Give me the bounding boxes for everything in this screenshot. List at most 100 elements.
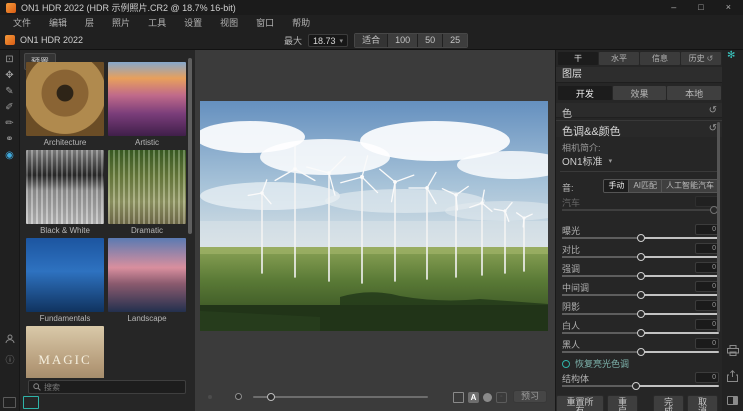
slider-row-白人: 白人0: [556, 319, 723, 338]
preset-card-fundamentals[interactable]: Fundamentals: [26, 238, 104, 326]
slider-track[interactable]: [562, 209, 719, 211]
color-pane-row[interactable]: 色 ↺: [556, 103, 723, 118]
panel-tab-信息[interactable]: 信息: [640, 52, 680, 65]
print-icon[interactable]: [727, 345, 739, 356]
preset-card-dramatic[interactable]: Dramatic: [108, 150, 186, 238]
menu-item-照片[interactable]: 照片: [103, 15, 139, 31]
footer-button-完成[interactable]: 完成: [653, 395, 684, 411]
zoom-preset-100[interactable]: 100: [388, 34, 417, 47]
zoom-preset-25[interactable]: 25: [443, 34, 467, 47]
develop-tab-效果[interactable]: 效果: [613, 86, 667, 100]
account-icon[interactable]: [5, 334, 15, 344]
develop-tabs: 开发效果本地: [558, 86, 721, 100]
zoom-preset-50[interactable]: 50: [418, 34, 442, 47]
preset-card-artistic[interactable]: Artistic: [108, 62, 186, 150]
menu-item-编辑[interactable]: 编辑: [40, 15, 76, 31]
slider-track[interactable]: [562, 351, 719, 353]
slider-value: 0: [695, 243, 719, 254]
tone-button-AI匹配[interactable]: AI匹配: [629, 180, 662, 192]
export-icon[interactable]: [727, 370, 738, 382]
search-input[interactable]: [44, 383, 181, 392]
develop-tab-开发[interactable]: 开发: [558, 86, 612, 100]
preset-thumbnail: [26, 62, 104, 136]
menu-item-设置[interactable]: 设置: [175, 15, 211, 31]
slider-track[interactable]: [562, 256, 719, 258]
panel-tab-水平[interactable]: 水平: [599, 52, 639, 65]
preset-panel: 预置 ArchitectureArtisticBlack & WhiteDram…: [20, 50, 195, 411]
reset-icon[interactable]: ↺: [709, 105, 717, 116]
preset-card-black-white[interactable]: Black & White: [26, 150, 104, 238]
slider-handle[interactable]: [637, 272, 645, 280]
slider-handle[interactable]: [637, 253, 645, 261]
slider-track[interactable]: [562, 237, 719, 239]
footer-button-重置所有[interactable]: 重置所有: [556, 395, 604, 411]
crop-tool-icon[interactable]: ⊡: [5, 55, 13, 65]
recover-highlights-toggle[interactable]: 恢复亮光色调: [562, 357, 629, 370]
tone-mode-row: 音: 手动AI匹配人工智能汽车: [556, 179, 723, 193]
panel-scrollbar[interactable]: [717, 122, 720, 332]
footer-button-取消[interactable]: 取消: [687, 395, 718, 411]
menu-item-帮助[interactable]: 帮助: [283, 15, 319, 31]
slider-value: 0: [695, 300, 719, 311]
tone-sliders: 曝光0对比0强调0中间调0阴影0白人0黑人0: [556, 224, 723, 357]
slider-fill: [562, 313, 641, 315]
move-tool-icon[interactable]: ✥: [5, 71, 13, 81]
zoom-out-dot-icon: [208, 395, 212, 399]
canvas-zoom-slider[interactable]: [253, 396, 428, 398]
slider-track[interactable]: [562, 275, 719, 277]
photo: [200, 101, 548, 331]
tone-color-pane-header[interactable]: 色调&&颜色 ↺: [556, 120, 723, 137]
slider-handle[interactable]: [637, 348, 645, 356]
mask-view-icon[interactable]: [483, 393, 492, 402]
menu-item-工具[interactable]: 工具: [139, 15, 175, 31]
close-button[interactable]: ×: [726, 0, 731, 15]
history-reset-icon: ↺: [707, 54, 714, 63]
clone-stamp-tool-icon[interactable]: ⚭: [5, 135, 13, 145]
preset-card-magic[interactable]: MAGIC: [26, 326, 104, 378]
slider-handle[interactable]: [632, 382, 640, 390]
panel-tab-历史[interactable]: 历史↺: [681, 52, 721, 65]
slider-track[interactable]: [562, 313, 719, 315]
titlebar: ON1 HDR 2022 (HDR 示例照片.CR2 @ 18.7% 16-bi…: [0, 0, 743, 15]
edit-mode-icon[interactable]: [23, 396, 39, 409]
clipping-view-icon[interactable]: ▫: [496, 392, 507, 403]
menu-item-文件[interactable]: 文件: [4, 15, 40, 31]
layers-header[interactable]: 图层: [556, 67, 723, 83]
view-zoom-tool-icon[interactable]: ◉: [5, 151, 14, 161]
perfect-eraser-tool-icon[interactable]: ✐: [5, 103, 13, 113]
compare-view-icon[interactable]: [453, 392, 464, 403]
browse-mode-icon[interactable]: [3, 397, 16, 408]
slider-handle[interactable]: [637, 310, 645, 318]
tone-button-手动[interactable]: 手动: [604, 180, 629, 192]
tone-button-人工智能汽车[interactable]: 人工智能汽车: [662, 180, 718, 192]
preview-button[interactable]: 预习: [513, 390, 547, 403]
slider-handle[interactable]: [637, 234, 645, 242]
menu-item-层[interactable]: 层: [76, 15, 103, 31]
preset-card-architecture[interactable]: Architecture: [26, 62, 104, 150]
footer-button-重启[interactable]: 重启: [607, 395, 638, 411]
zoom-value-dropdown[interactable]: 18.73 ▾: [308, 34, 348, 47]
slider-track[interactable]: [562, 332, 719, 334]
fit-button[interactable]: 适合: [355, 34, 387, 47]
slider-handle[interactable]: [637, 329, 645, 337]
retouch-brush-tool-icon[interactable]: ✏: [5, 119, 13, 129]
original-view-icon[interactable]: A: [468, 392, 479, 403]
maximize-button[interactable]: □: [698, 0, 703, 15]
preset-scrollbar[interactable]: [188, 58, 192, 234]
camera-profile-dropdown[interactable]: ON1标准 ▾: [562, 153, 612, 168]
slider-handle[interactable]: [637, 291, 645, 299]
side-panel-icon[interactable]: [727, 396, 738, 405]
panel-tab-干[interactable]: 干: [558, 52, 598, 65]
slider-track[interactable]: [562, 294, 719, 296]
minimize-button[interactable]: –: [671, 0, 676, 15]
info-icon[interactable]: ⓘ: [5, 353, 14, 366]
menu-item-视图[interactable]: 视图: [211, 15, 247, 31]
develop-tab-本地[interactable]: 本地: [667, 86, 721, 100]
sync-icon[interactable]: ✻: [727, 50, 735, 61]
preset-card-landscape[interactable]: Landscape: [108, 238, 186, 326]
canvas-zoom-handle[interactable]: [267, 393, 275, 401]
menu-item-窗口[interactable]: 窗口: [247, 15, 283, 31]
reset-icon[interactable]: ↺: [709, 123, 717, 134]
adjustment-brush-tool-icon[interactable]: ✎: [5, 87, 13, 97]
slider-track[interactable]: [562, 385, 719, 387]
